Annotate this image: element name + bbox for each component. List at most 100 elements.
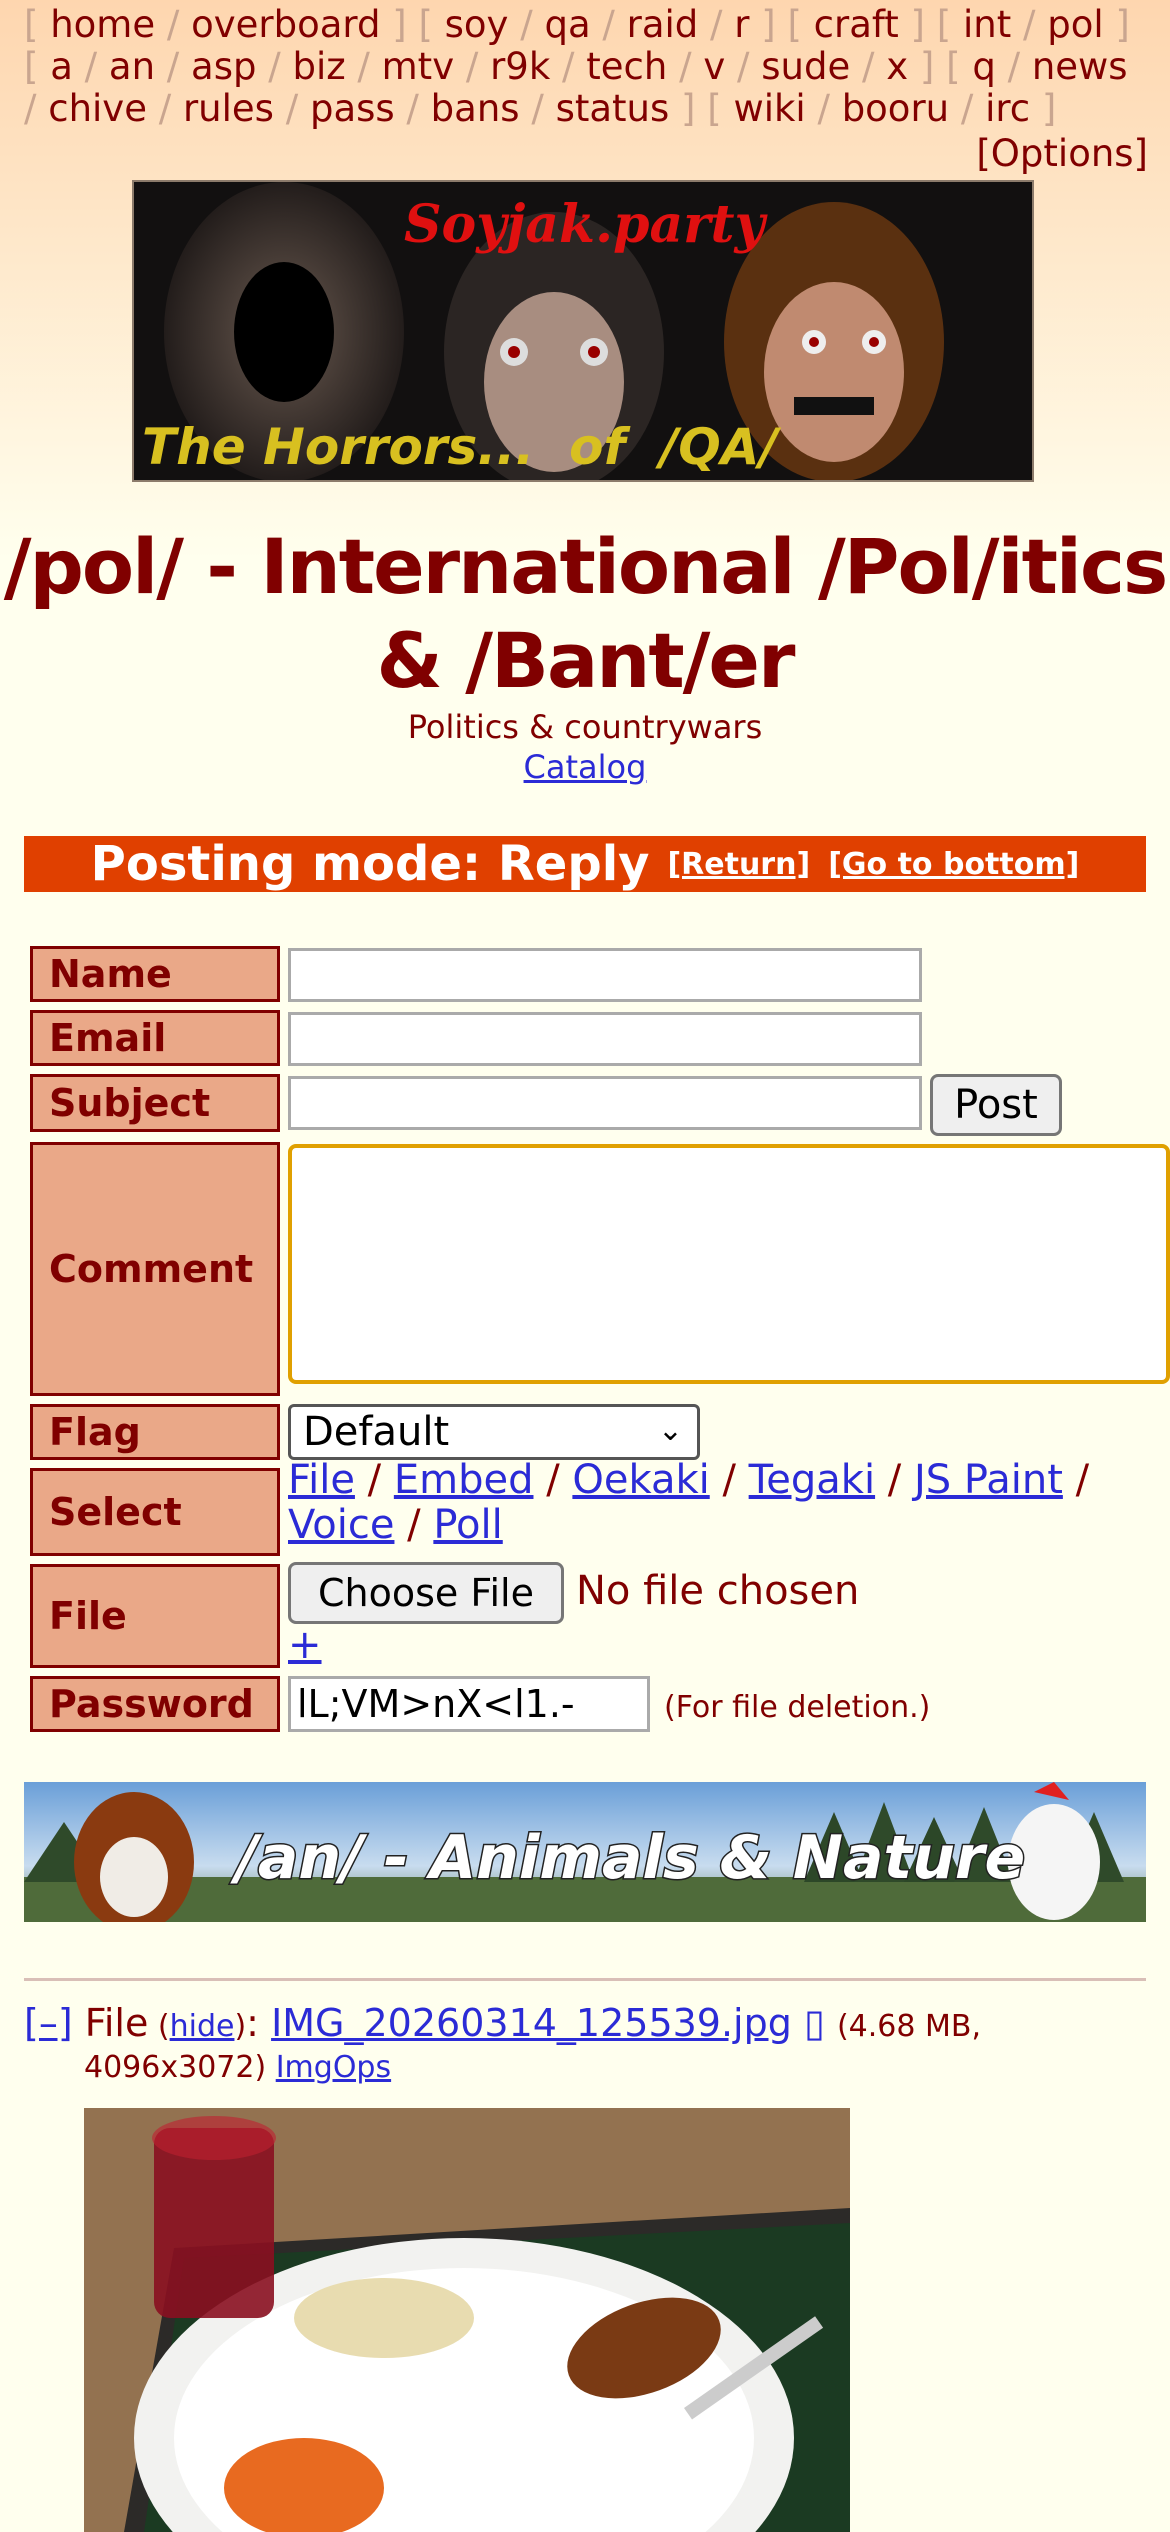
separator: / (394, 87, 431, 130)
separator: / (155, 45, 192, 88)
download-icon[interactable]: ▯ (804, 2001, 825, 2045)
separator: / (519, 87, 556, 130)
bracket-close: ] (380, 3, 419, 46)
subject-field[interactable] (288, 1076, 922, 1130)
board-link-rules[interactable]: rules (183, 87, 274, 130)
separator: / (155, 3, 192, 46)
board-link-asp[interactable]: asp (191, 45, 256, 88)
no-file-chosen-text: No file chosen (576, 1568, 860, 1614)
board-link-qa[interactable]: qa (544, 3, 590, 46)
file-dimensions: 4096x3072) (84, 2050, 267, 2085)
flag-label: Flag (30, 1404, 280, 1460)
bracket-open: [ (24, 3, 51, 46)
board-link-tech[interactable]: tech (586, 45, 667, 88)
bracket-open: [ (936, 3, 963, 46)
board-link-home[interactable]: home (50, 3, 155, 46)
board-link-r[interactable]: r (734, 3, 749, 46)
separator: / (354, 1457, 394, 1503)
select-option-embed[interactable]: Embed (394, 1457, 534, 1503)
bracket-close: ] (1103, 3, 1130, 46)
imgops-link[interactable]: ImgOps (276, 2050, 391, 2085)
board-link-biz[interactable]: biz (292, 45, 345, 88)
select-mode-links: File / Embed / Oekaki / Tegaki / JS Pain… (288, 1458, 1168, 1548)
name-field[interactable] (288, 948, 922, 1002)
food-photo (84, 2108, 850, 2532)
post-toggle-button[interactable]: [–] (24, 2001, 73, 2045)
hide-link[interactable]: hide (170, 2009, 235, 2044)
bracket-open: [ (946, 45, 973, 88)
board-link-an[interactable]: an (109, 45, 155, 88)
password-label: Password (30, 1676, 280, 1732)
board-ad-banner[interactable]: /an/ - Animals & Nature (24, 1782, 1146, 1922)
posting-mode-bar: Posting mode: Reply [Return] [Go to bott… (24, 836, 1146, 892)
post-button[interactable]: Post (930, 1074, 1062, 1136)
board-link-bans[interactable]: bans (431, 87, 520, 130)
separator: / (1062, 1457, 1090, 1503)
return-link[interactable]: [Return] (667, 847, 810, 882)
options-link[interactable]: [Options] (976, 132, 1148, 175)
email-field[interactable] (288, 1012, 922, 1066)
password-field[interactable]: lL;VM>nX<l1.- (288, 1676, 650, 1732)
board-link-sude[interactable]: sude (761, 45, 850, 88)
board-subtitle: Politics & countrywars (407, 708, 763, 746)
select-option-tegaki[interactable]: Tegaki (749, 1457, 875, 1503)
post-file-info-line2: 4096x3072) ImgOps (84, 2050, 391, 2085)
select-option-voice[interactable]: Voice (288, 1502, 394, 1548)
file-name-link[interactable]: IMG_20260314_125539.jpg (271, 2001, 792, 2045)
separator: / (273, 87, 310, 130)
board-link-news[interactable]: news (1032, 45, 1128, 88)
board-link-r9k[interactable]: r9k (490, 45, 550, 88)
go-to-bottom-link[interactable]: [Go to bottom] (828, 847, 1079, 882)
board-link-v[interactable]: v (703, 45, 725, 88)
separator: / (805, 87, 842, 130)
select-option-file[interactable]: File (288, 1457, 355, 1503)
post-image-thumbnail[interactable] (84, 2108, 850, 2532)
name-label: Name (30, 946, 280, 1002)
board-link-status[interactable]: status (556, 87, 670, 130)
board-link-wiki[interactable]: wiki (733, 87, 805, 130)
choose-file-button[interactable]: Choose File (288, 1562, 564, 1624)
bracket-open: [ (418, 3, 445, 46)
select-option-oekaki[interactable]: Oekaki (572, 1457, 709, 1503)
catalog-link-wrap: Catalog (0, 748, 1170, 786)
board-link-chive[interactable]: chive (48, 87, 147, 130)
file-size: (4.68 MB, (836, 2009, 982, 2044)
separator: / (24, 87, 49, 130)
posting-mode-label: Posting mode: Reply (90, 836, 650, 892)
board-link-overboard[interactable]: overboard (191, 3, 380, 46)
separator: / (850, 45, 887, 88)
separator: / (709, 1457, 749, 1503)
select-option-js-paint[interactable]: JS Paint (914, 1457, 1063, 1503)
board-title: /pol/ - International /Pol/itics & /Bant… (3, 522, 1168, 705)
ad-banner-image: /an/ - Animals & Nature (24, 1782, 1146, 1922)
bracket-close: ] (749, 3, 788, 46)
ad-banner-text: /an/ - Animals & Nature (230, 1823, 1025, 1893)
separator: / (667, 45, 704, 88)
board-link-mtv[interactable]: mtv (382, 45, 454, 88)
site-banner[interactable]: Soyjak.party The Horrors... of /QA/ (132, 180, 1034, 482)
board-link-q[interactable]: q (972, 45, 996, 88)
separator: / (72, 45, 109, 88)
flag-select[interactable]: Default ⌄ (288, 1404, 700, 1460)
board-link-pol[interactable]: pol (1047, 3, 1103, 46)
separator: / (550, 45, 587, 88)
board-link-raid[interactable]: raid (627, 3, 699, 46)
board-link-soy[interactable]: soy (445, 3, 509, 46)
file-label: File (30, 1564, 280, 1668)
board-link-a[interactable]: a (50, 45, 73, 88)
board-link-craft[interactable]: craft (814, 3, 899, 46)
hide-wrap: (hide) (148, 2009, 247, 2044)
select-option-poll[interactable]: Poll (433, 1502, 502, 1548)
board-navigation: [ home / overboard ] [ soy / qa / raid /… (24, 4, 1148, 130)
separator: / (995, 45, 1032, 88)
board-link-x[interactable]: x (886, 45, 908, 88)
add-file-link[interactable]: + (288, 1622, 322, 1668)
catalog-link[interactable]: Catalog (524, 748, 647, 786)
board-link-booru[interactable]: booru (842, 87, 949, 130)
bracket-close: ] (669, 87, 708, 130)
board-link-int[interactable]: int (963, 3, 1011, 46)
chevron-down-icon: ⌄ (657, 1413, 683, 1448)
board-link-irc[interactable]: irc (985, 87, 1030, 130)
comment-field[interactable] (288, 1144, 1170, 1384)
board-link-pass[interactable]: pass (310, 87, 395, 130)
